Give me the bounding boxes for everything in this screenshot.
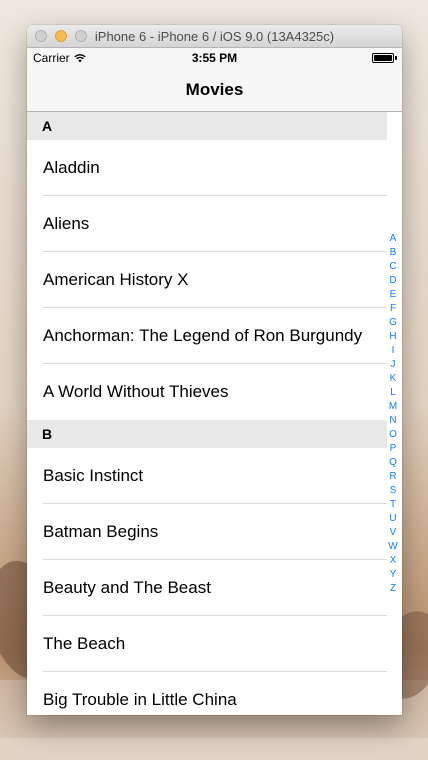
index-letter-p[interactable]: P bbox=[386, 442, 400, 456]
index-letter-a[interactable]: A bbox=[386, 232, 400, 246]
index-letter-w[interactable]: W bbox=[386, 540, 400, 554]
section-index[interactable]: A B C D E F G H I J K L M N O P Q R S T … bbox=[386, 232, 400, 596]
table-row[interactable]: Anchorman: The Legend of Ron Burgundy bbox=[27, 308, 387, 364]
table-row[interactable]: Batman Begins bbox=[27, 504, 387, 560]
index-letter-y[interactable]: Y bbox=[386, 568, 400, 582]
index-letter-s[interactable]: S bbox=[386, 484, 400, 498]
index-letter-c[interactable]: C bbox=[386, 260, 400, 274]
table-row[interactable]: Aladdin bbox=[27, 140, 387, 196]
page-title: Movies bbox=[185, 79, 244, 99]
table-row[interactable]: The Beach bbox=[27, 616, 387, 672]
table-row[interactable]: American History X bbox=[27, 252, 387, 308]
status-time: 3:55 PM bbox=[191, 51, 238, 65]
index-letter-m[interactable]: M bbox=[386, 400, 400, 414]
status-bar: Carrier 3:55 PM bbox=[27, 48, 402, 68]
navigation-bar: Movies bbox=[27, 68, 402, 112]
index-letter-d[interactable]: D bbox=[386, 274, 400, 288]
index-letter-r[interactable]: R bbox=[386, 470, 400, 484]
table-row[interactable]: Aliens bbox=[27, 196, 387, 252]
index-letter-q[interactable]: Q bbox=[386, 456, 400, 470]
index-letter-e[interactable]: E bbox=[386, 288, 400, 302]
index-letter-g[interactable]: G bbox=[386, 316, 400, 330]
index-letter-o[interactable]: O bbox=[386, 428, 400, 442]
index-letter-b[interactable]: B bbox=[386, 246, 400, 260]
index-letter-n[interactable]: N bbox=[386, 414, 400, 428]
section-header-a: A bbox=[27, 112, 387, 140]
index-letter-x[interactable]: X bbox=[386, 554, 400, 568]
index-letter-v[interactable]: V bbox=[386, 526, 400, 540]
index-letter-j[interactable]: J bbox=[386, 358, 400, 372]
battery-icon bbox=[372, 53, 397, 63]
index-letter-i[interactable]: I bbox=[386, 344, 400, 358]
simulator-titlebar: iPhone 6 - iPhone 6 / iOS 9.0 (13A4325c) bbox=[27, 25, 402, 48]
index-letter-h[interactable]: H bbox=[386, 330, 400, 344]
simulator-title: iPhone 6 - iPhone 6 / iOS 9.0 (13A4325c) bbox=[94, 28, 335, 44]
index-letter-z[interactable]: Z bbox=[386, 582, 400, 596]
table-row[interactable]: Big Trouble in Little China bbox=[27, 672, 387, 715]
movies-table[interactable]: A Aladdin Aliens American History X Anch… bbox=[27, 112, 402, 715]
index-letter-l[interactable]: L bbox=[386, 386, 400, 400]
table-row[interactable]: Basic Instinct bbox=[27, 448, 387, 504]
index-letter-k[interactable]: K bbox=[386, 372, 400, 386]
table-row[interactable]: A World Without Thieves bbox=[27, 364, 387, 420]
simulator-window: iPhone 6 - iPhone 6 / iOS 9.0 (13A4325c)… bbox=[27, 25, 402, 715]
index-letter-f[interactable]: F bbox=[386, 302, 400, 316]
section-header-b: B bbox=[27, 420, 387, 448]
table-row[interactable]: Beauty and The Beast bbox=[27, 560, 387, 616]
index-letter-u[interactable]: U bbox=[386, 512, 400, 526]
index-letter-t[interactable]: T bbox=[386, 498, 400, 512]
